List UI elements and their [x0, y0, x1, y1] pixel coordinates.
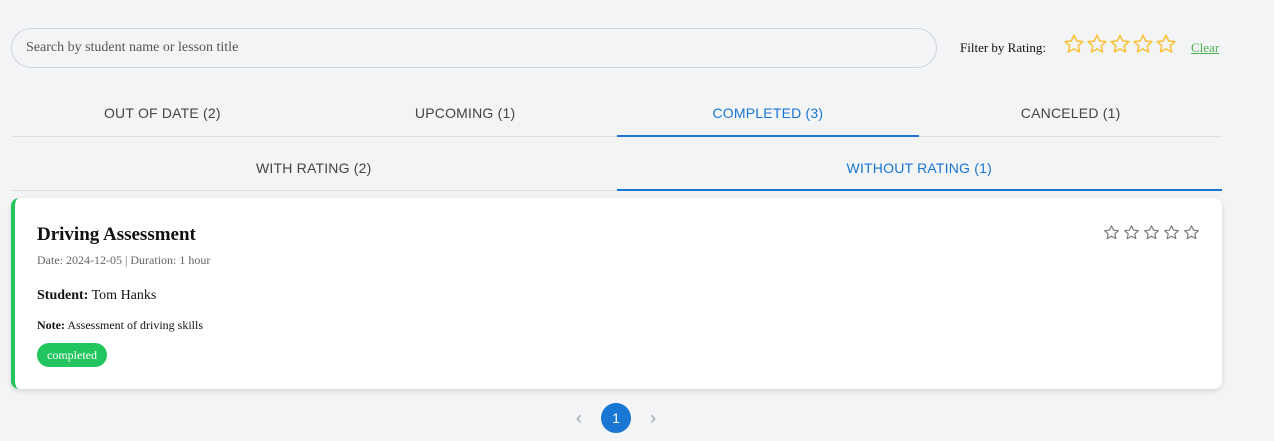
tab-out-of-date[interactable]: OUT OF DATE (2): [11, 90, 314, 136]
star-icon[interactable]: [1183, 224, 1200, 241]
filter-by-rating-label: Filter by Rating:: [960, 40, 1046, 55]
student-label: Student:: [37, 288, 89, 303]
lesson-rating-stars: [1103, 224, 1200, 241]
student-name: Tom Hanks: [91, 288, 157, 303]
star-icon[interactable]: [1163, 224, 1180, 241]
star-icon[interactable]: [1109, 33, 1131, 55]
star-icon[interactable]: [1123, 224, 1140, 241]
star-icon[interactable]: [1143, 224, 1160, 241]
pagination: ‹ 1 ›: [571, 403, 661, 433]
lesson-card: Driving Assessment Date: 2024-12-05 | Du…: [11, 198, 1222, 389]
tab-without-rating[interactable]: WITHOUT RATING (1): [616, 146, 1223, 191]
star-icon[interactable]: [1063, 33, 1085, 55]
star-icon[interactable]: [1103, 224, 1120, 241]
star-icon[interactable]: [1132, 33, 1154, 55]
tab-with-rating[interactable]: WITH RATING (2): [11, 146, 617, 190]
clear-filter-link[interactable]: Clear: [1191, 40, 1219, 56]
lesson-note: Note: Assessment of driving skills: [37, 318, 203, 333]
status-tabs: OUT OF DATE (2) UPCOMING (1) COMPLETED (…: [11, 90, 1222, 137]
star-icon[interactable]: [1086, 33, 1108, 55]
filter-rating-stars: [1063, 33, 1177, 55]
status-badge: completed: [37, 343, 107, 367]
rating-tabs: WITH RATING (2) WITHOUT RATING (1): [11, 146, 1222, 191]
star-icon[interactable]: [1155, 33, 1177, 55]
lesson-student: Student: Tom Hanks: [37, 288, 156, 304]
lesson-meta: Date: 2024-12-05 | Duration: 1 hour: [37, 253, 211, 267]
chevron-right-icon[interactable]: ›: [645, 408, 661, 429]
tab-upcoming[interactable]: UPCOMING (1): [314, 90, 617, 136]
search-input[interactable]: [11, 28, 937, 68]
note-text: Assessment of driving skills: [67, 318, 203, 332]
tab-canceled[interactable]: CANCELED (1): [919, 90, 1222, 136]
chevron-left-icon[interactable]: ‹: [571, 408, 587, 429]
tab-completed[interactable]: COMPLETED (3): [616, 90, 920, 137]
note-label: Note:: [37, 318, 65, 332]
page-button-current[interactable]: 1: [601, 403, 631, 433]
lesson-title: Driving Assessment: [37, 224, 196, 245]
